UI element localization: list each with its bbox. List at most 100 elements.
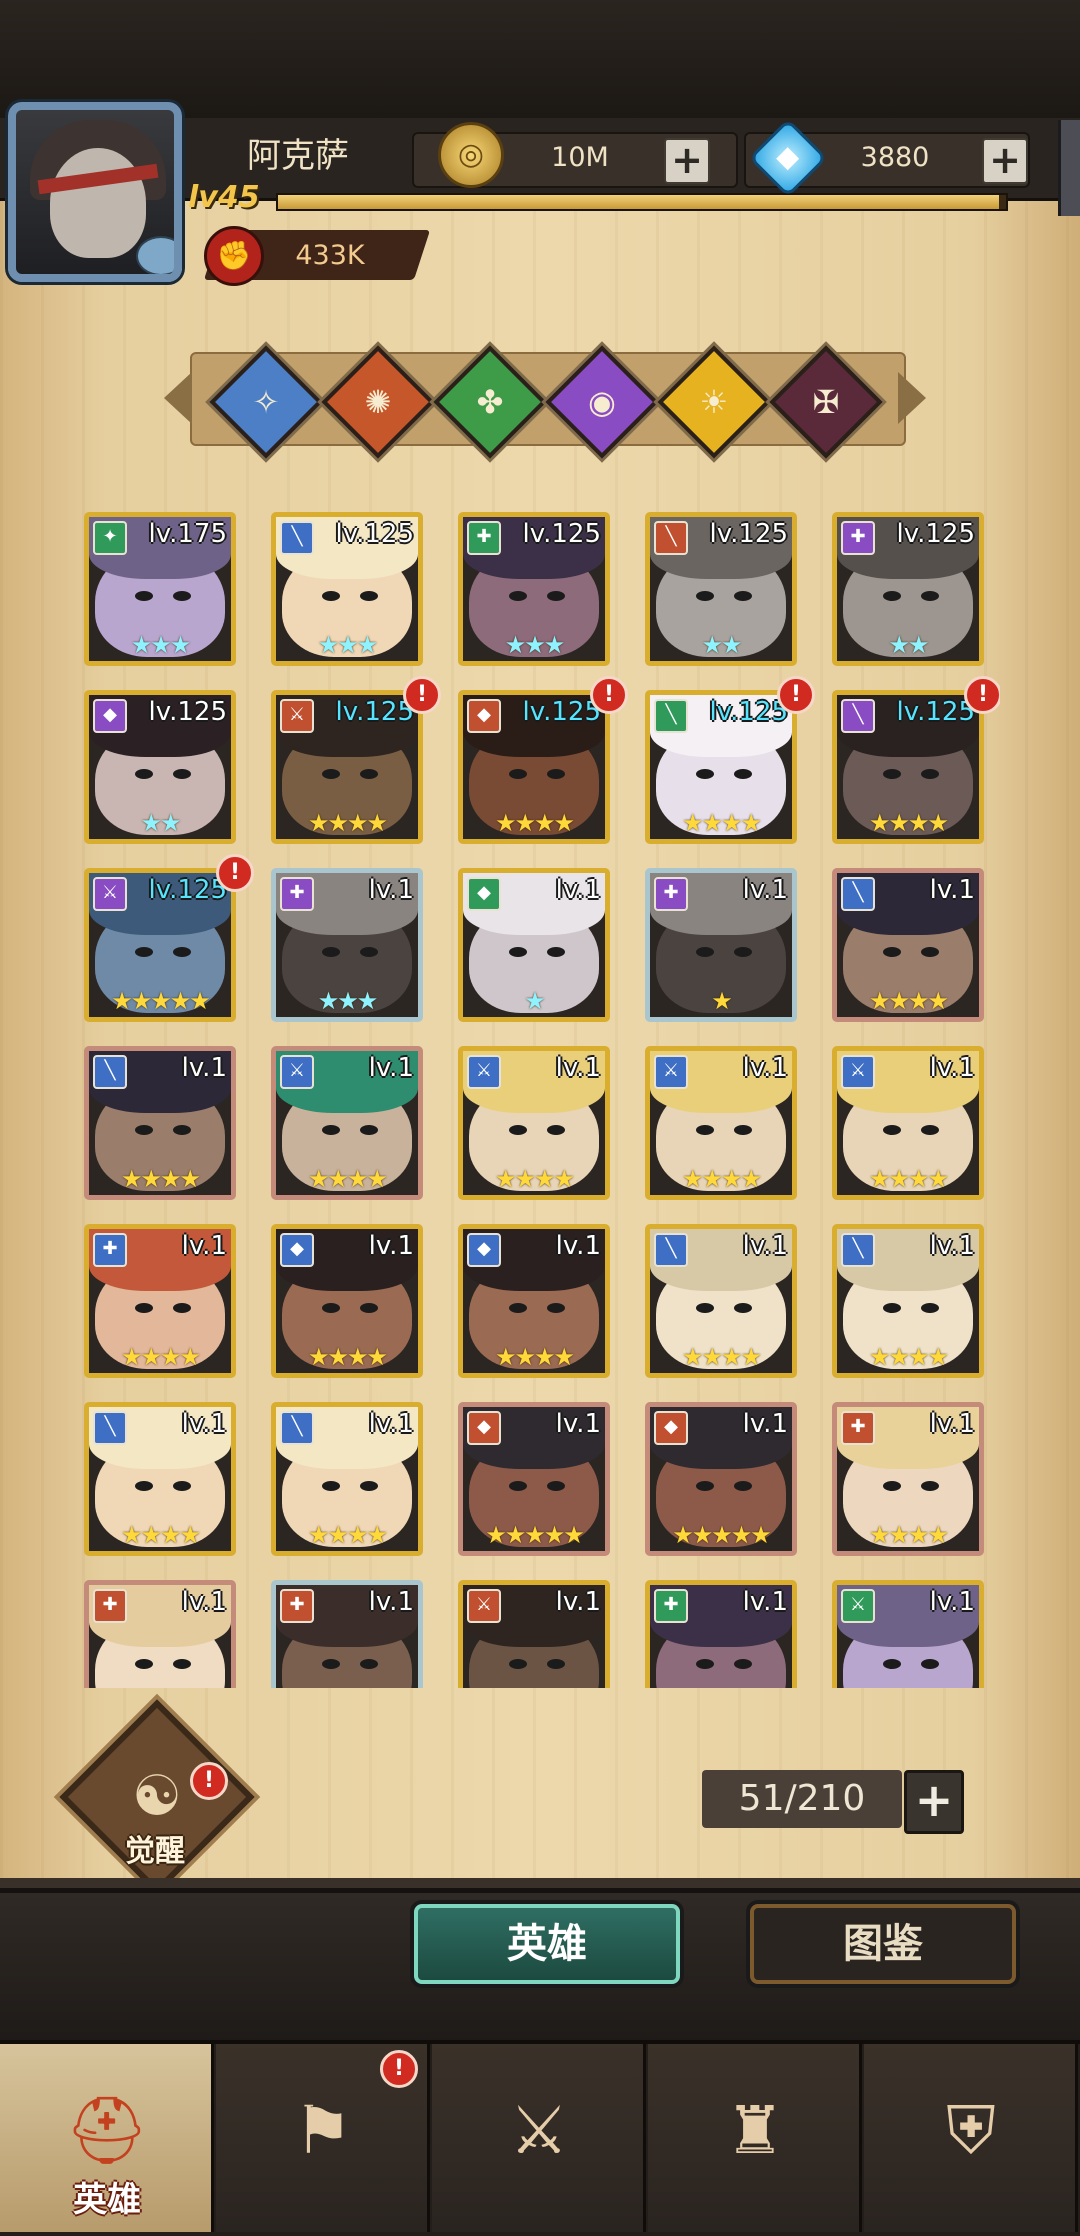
hero-card[interactable]: ⚔ lv.1 ★★★★	[832, 1046, 984, 1200]
hero-eye	[921, 947, 939, 957]
hero-eye	[322, 1303, 340, 1313]
hero-star-rating: ★★★★	[868, 809, 949, 837]
hero-card[interactable]: ⚔ lv.1 ★★★★	[458, 1046, 610, 1200]
hero-eye	[135, 1125, 153, 1135]
hero-level: lv.125	[522, 697, 601, 727]
hero-card[interactable]: ✦ lv.175 ★★★	[84, 512, 236, 666]
hero-card[interactable]: ◆ lv.1 ★★★★★	[645, 1402, 797, 1556]
hero-card[interactable]: ◆ lv.1 ★★★★★	[458, 1402, 610, 1556]
hero-class-icon: ╲	[93, 1411, 127, 1445]
hero-star-rating: ★★★★	[681, 809, 762, 837]
hero-card[interactable]: ◆ lv.125 ★★★★	[458, 690, 610, 844]
hero-eye	[883, 947, 901, 957]
hero-card[interactable]: ⚔ lv.125 ★★★★	[271, 690, 423, 844]
hero-card[interactable]: ◆ lv.125 ★★	[84, 690, 236, 844]
hero-card[interactable]: ⚔ lv.1 ★★★★	[271, 1046, 423, 1200]
hero-eye	[322, 1125, 340, 1135]
add-gold-button[interactable]: +	[664, 138, 710, 184]
hero-eye	[734, 947, 752, 957]
hero-card[interactable]: ✚ lv.1 ★★★	[271, 868, 423, 1022]
hero-level: lv.1	[742, 875, 788, 905]
hero-eye	[509, 947, 527, 957]
hero-card[interactable]: ╲ lv.125 ★★★	[271, 512, 423, 666]
hero-level: lv.125	[148, 697, 227, 727]
nav-expedition-alert-badge: !	[380, 2050, 418, 2088]
avatar-face	[50, 148, 146, 258]
hero-class-icon: ⚔	[841, 1055, 875, 1089]
hero-card[interactable]: ✚ lv.1	[84, 1580, 236, 1688]
nav-castle[interactable]: ♜	[648, 2044, 862, 2232]
hero-card[interactable]: ╲ lv.125 ★★★★	[832, 690, 984, 844]
hero-card[interactable]: ⚔ lv.1	[832, 1580, 984, 1688]
hero-card[interactable]: ⚔ lv.1	[458, 1580, 610, 1688]
hero-card[interactable]: ✚ lv.125 ★★	[832, 512, 984, 666]
filter-right-arrow[interactable]	[898, 372, 926, 424]
nav-battle[interactable]: ⚔	[432, 2044, 646, 2232]
nav-heroes[interactable]: ⛑ 英雄	[0, 2044, 214, 2232]
hero-alert-badge: !	[590, 676, 628, 714]
hero-eye	[547, 769, 565, 779]
filter-left-arrow[interactable]	[164, 372, 192, 424]
hero-card[interactable]: ◆ lv.1 ★	[458, 868, 610, 1022]
hero-card[interactable]: ✚ lv.125 ★★★	[458, 512, 610, 666]
hero-card[interactable]: ╲ lv.1 ★★★★	[645, 1224, 797, 1378]
hero-level: lv.175	[148, 519, 227, 549]
hero-card[interactable]: ⚔ lv.1 ★★★★	[645, 1046, 797, 1200]
fist-icon: ✊	[204, 226, 264, 286]
expand-roster-button[interactable]: +	[904, 1770, 964, 1834]
hero-class-icon: ◆	[467, 1233, 501, 1267]
hero-level: lv.1	[929, 1231, 975, 1261]
hero-level: lv.1	[742, 1409, 788, 1439]
hero-eye	[921, 1303, 939, 1313]
hero-eye	[734, 1481, 752, 1491]
hero-card[interactable]: ╲ lv.125 ★★★★	[645, 690, 797, 844]
hero-level: lv.1	[742, 1231, 788, 1261]
add-gems-button[interactable]: +	[982, 138, 1028, 184]
player-avatar[interactable]	[8, 102, 182, 282]
hero-card[interactable]: ╲ lv.1 ★★★★	[832, 868, 984, 1022]
hero-eye	[883, 1125, 901, 1135]
hero-card[interactable]: ✚ lv.1 ★	[645, 868, 797, 1022]
hero-card[interactable]: ◆ lv.1 ★★★★	[271, 1224, 423, 1378]
hero-class-icon: ⚔	[467, 1055, 501, 1089]
hero-level: lv.1	[181, 1409, 227, 1439]
side-menu-tab[interactable]	[1058, 120, 1080, 216]
hero-card[interactable]: ⚔ lv.125 ★★★★★	[84, 868, 236, 1022]
hero-card[interactable]: ╲ lv.1 ★★★★	[84, 1046, 236, 1200]
hero-eye	[360, 1481, 378, 1491]
hero-eye	[173, 1481, 191, 1491]
hero-class-icon: ╲	[93, 1055, 127, 1089]
hero-eye	[135, 947, 153, 957]
hero-eye	[921, 769, 939, 779]
hero-card[interactable]: ◆ lv.1 ★★★★	[458, 1224, 610, 1378]
hero-class-icon: ╲	[654, 521, 688, 555]
hero-star-rating: ★★	[888, 631, 929, 659]
hero-star-rating: ★★★★★	[485, 1521, 585, 1549]
hero-card[interactable]: ╲ lv.1 ★★★★	[271, 1402, 423, 1556]
hero-level: lv.1	[181, 1231, 227, 1261]
hero-class-icon: ╲	[280, 1411, 314, 1445]
hero-card[interactable]: ✚ lv.1	[645, 1580, 797, 1688]
faction-arcane-icon: ◉	[588, 383, 616, 421]
hero-eye	[734, 1303, 752, 1313]
hero-eye	[135, 1659, 153, 1669]
hero-eye	[509, 1481, 527, 1491]
hero-card[interactable]: ✚ lv.1	[271, 1580, 423, 1688]
tab-heroes[interactable]: 英雄	[414, 1904, 680, 1984]
nav-guild[interactable]: ⛨	[864, 2044, 1078, 2232]
hero-class-icon: ◆	[467, 877, 501, 911]
hero-card[interactable]: ✚ lv.1 ★★★★	[84, 1224, 236, 1378]
hero-card[interactable]: ╲ lv.1 ★★★★	[84, 1402, 236, 1556]
hero-star-rating: ★★★★	[494, 1165, 575, 1193]
hero-card[interactable]: ✚ lv.1 ★★★★	[832, 1402, 984, 1556]
hero-eye	[173, 1659, 191, 1669]
faction-fire-icon: ✺	[364, 383, 392, 421]
hero-level: lv.1	[555, 1053, 601, 1083]
hero-card[interactable]: ╲ lv.125 ★★	[645, 512, 797, 666]
hero-star-rating: ★★	[701, 631, 742, 659]
hero-class-icon: ⚔	[280, 1055, 314, 1089]
tab-codex[interactable]: 图鉴	[750, 1904, 1016, 1984]
hero-eye	[696, 1125, 714, 1135]
hero-class-icon: ✚	[841, 521, 875, 555]
hero-card[interactable]: ╲ lv.1 ★★★★	[832, 1224, 984, 1378]
